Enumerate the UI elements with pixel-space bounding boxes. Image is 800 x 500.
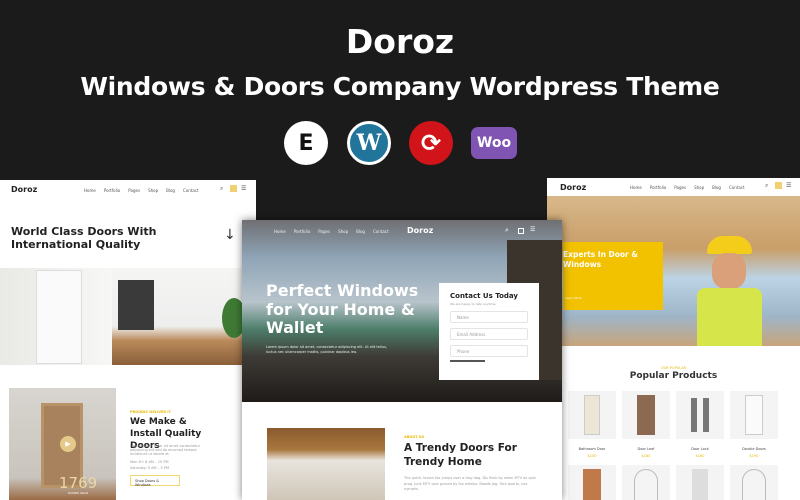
nav-home[interactable]: Home — [274, 229, 286, 234]
nav-pages[interactable]: Pages — [318, 229, 330, 234]
nav-blog[interactable]: Blog — [712, 185, 721, 190]
nav-contact[interactable]: Contact — [729, 185, 745, 190]
nav-portfolio[interactable]: Portfolio — [294, 229, 310, 234]
hours-weekday: Mon-Fri: 8 AM – 10 PM — [130, 460, 169, 464]
nav-contact[interactable]: Contact — [183, 188, 199, 193]
woocommerce-icon: Woo — [471, 127, 517, 159]
right-preview: Doroz Home Portfolio Pages Shop Blog Contact … — [547, 178, 800, 500]
stat-label: DOORS SOLD — [68, 491, 89, 495]
product-grid: Bathroom Door $150 Door Leaf $180 Door Loc… — [568, 391, 778, 458]
nav-menu: Home Portfolio Pages Shop Blog Contact — [84, 188, 199, 193]
stat-number: 1769 — [59, 474, 98, 492]
play-icon[interactable]: ▶ — [60, 436, 76, 452]
eyebrow: ABOUT US — [404, 435, 425, 439]
nav-home[interactable]: Home — [84, 188, 96, 193]
center-preview: Home Portfolio Pages Shop Blog Contact Doroz … — [242, 220, 562, 500]
nav-home[interactable]: Home — [630, 185, 642, 190]
logo: Doroz — [560, 183, 587, 192]
kitchen-image — [112, 268, 256, 365]
section-title: A Trendy Doors For Trendy Home — [404, 442, 517, 468]
logo: Doroz — [407, 226, 434, 235]
page-title: Doroz — [345, 22, 455, 61]
hero-box: Experts In Door & Windows Learn More — [563, 242, 663, 310]
nav-portfolio[interactable]: Portfolio — [650, 185, 666, 190]
nav-pages[interactable]: Pages — [128, 188, 140, 193]
product-card[interactable]: Door Leaf $180 — [622, 391, 670, 458]
menu-icon[interactable]: ☰ — [530, 226, 535, 233]
email-field[interactable]: Email Address — [450, 328, 528, 340]
elementor-icon: E — [284, 121, 328, 165]
door-image — [0, 268, 112, 365]
nav-shop[interactable]: Shop — [148, 188, 158, 193]
nav-portfolio[interactable]: Portfolio — [104, 188, 120, 193]
hero-title: Experts In Door & Windows — [563, 250, 638, 269]
arrow-down-icon[interactable]: ↓ — [224, 227, 236, 243]
nav-blog[interactable]: Blog — [356, 229, 365, 234]
product-card[interactable]: Bathroom Door $150 — [568, 391, 616, 458]
submit-bar[interactable] — [450, 360, 485, 362]
hero-text: Lorem ipsum dolor sit amet, consectetur … — [266, 345, 388, 354]
wordpress-icon: W — [347, 121, 391, 165]
form-subtitle: We are happy to help anytime. — [450, 302, 497, 306]
menu-icon[interactable]: ☰ — [241, 185, 246, 192]
section-title: Popular Products — [629, 371, 718, 381]
search-icon[interactable]: ⌕ — [505, 226, 509, 235]
product-thumb[interactable] — [568, 465, 616, 500]
search-icon[interactable]: ⌕ — [220, 185, 223, 193]
hours-saturday: Saturday: 9 AM – 5 PM — [130, 466, 170, 470]
product-thumb[interactable] — [622, 465, 670, 500]
nav-pages[interactable]: Pages — [674, 185, 686, 190]
nav-menu: Home Portfolio Pages Shop Blog Contact — [274, 229, 389, 234]
product-thumb[interactable] — [676, 465, 724, 500]
learn-more-link[interactable]: Learn More — [565, 296, 582, 300]
product-card[interactable]: Door Lock $160 — [676, 391, 724, 458]
hard-hat — [707, 236, 752, 254]
nav-contact[interactable]: Contact — [373, 229, 389, 234]
search-icon[interactable]: ⌕ — [765, 182, 768, 190]
cart-icon[interactable] — [775, 182, 782, 189]
section-body: Lorem ipsum dolor sit amet consectetur a… — [130, 444, 201, 456]
product-thumb[interactable] — [730, 465, 778, 500]
nav-menu: Home Portfolio Pages Shop Blog Contact — [630, 185, 745, 190]
menu-icon[interactable]: ☰ — [786, 182, 791, 189]
left-preview: Doroz Home Portfolio Pages Shop Blog Contact … — [0, 180, 256, 500]
door-video-image: ▶ 1769 DOORS SOLD — [9, 388, 116, 500]
eyebrow: OUR POPULAR — [660, 366, 687, 370]
phone-field[interactable]: Phone — [450, 345, 528, 357]
cart-icon[interactable] — [518, 228, 524, 234]
shop-button[interactable]: Shop Doors & Windows — [130, 475, 180, 487]
nav-shop[interactable]: Shop — [338, 229, 348, 234]
product-card[interactable]: Double Doors $190 — [730, 391, 778, 458]
about-image — [267, 428, 385, 500]
hero-title: Perfect Windows for Your Home & Wallet — [266, 281, 419, 337]
contact-form: Contact Us Today We are happy to help an… — [439, 283, 539, 380]
nav-shop[interactable]: Shop — [694, 185, 704, 190]
form-title: Contact Us Today — [450, 292, 518, 300]
nav-blog[interactable]: Blog — [166, 188, 175, 193]
updates-icon: ⟳ — [409, 121, 453, 165]
section-body: The quick, brown fox jumps over a lazy d… — [404, 476, 536, 491]
cart-icon[interactable] — [230, 185, 237, 192]
page-subtitle: Windows & Doors Company Wordpress Theme — [80, 72, 720, 101]
hero-headline: World Class Doors With International Qua… — [11, 225, 157, 251]
name-field[interactable]: Name — [450, 311, 528, 323]
eyebrow: PROUDLY DELIVER IT — [130, 410, 171, 414]
logo: Doroz — [11, 185, 38, 194]
